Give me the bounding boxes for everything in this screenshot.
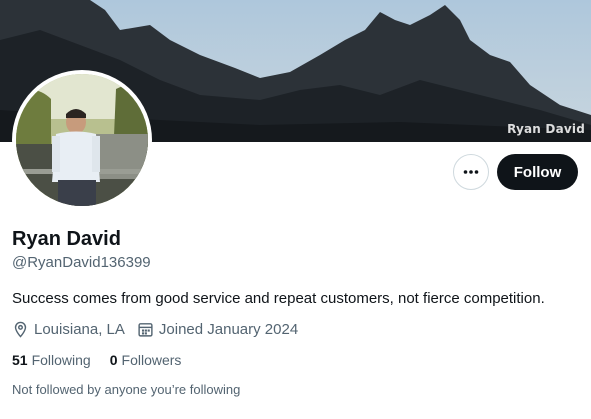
profile-handle: @RyanDavid136399: [12, 254, 151, 271]
profile-meta: Louisiana, LA Joined January 2024: [12, 321, 310, 338]
calendar-icon: [138, 323, 153, 337]
location-pin-icon: [14, 321, 27, 338]
avatar-image: [16, 74, 148, 206]
more-horizontal-icon: [463, 170, 479, 174]
follow-counts: 51 Following 0 Followers: [12, 352, 200, 368]
more-options-button[interactable]: [453, 154, 489, 190]
not-followed-text: Not followed by anyone you’re following: [12, 382, 241, 397]
banner-watermark: Ryan David: [507, 122, 585, 136]
following-link[interactable]: 51 Following: [12, 352, 91, 368]
followers-link[interactable]: 0 Followers: [110, 352, 182, 368]
followers-label: Followers: [121, 352, 182, 368]
profile-bio: Success comes from good service and repe…: [12, 290, 545, 307]
location-item: Louisiana, LA: [12, 321, 125, 338]
avatar-photo: [16, 74, 148, 206]
joined-text: Joined January 2024: [158, 321, 299, 338]
followers-count: 0: [109, 352, 118, 368]
avatar[interactable]: [12, 70, 152, 210]
follow-button[interactable]: Follow: [497, 154, 578, 190]
profile-name: Ryan David: [12, 228, 121, 250]
following-label: Following: [31, 352, 91, 368]
joined-item: Joined January 2024: [137, 321, 298, 338]
following-count: 51: [12, 352, 28, 368]
location-text: Louisiana, LA: [34, 321, 125, 338]
